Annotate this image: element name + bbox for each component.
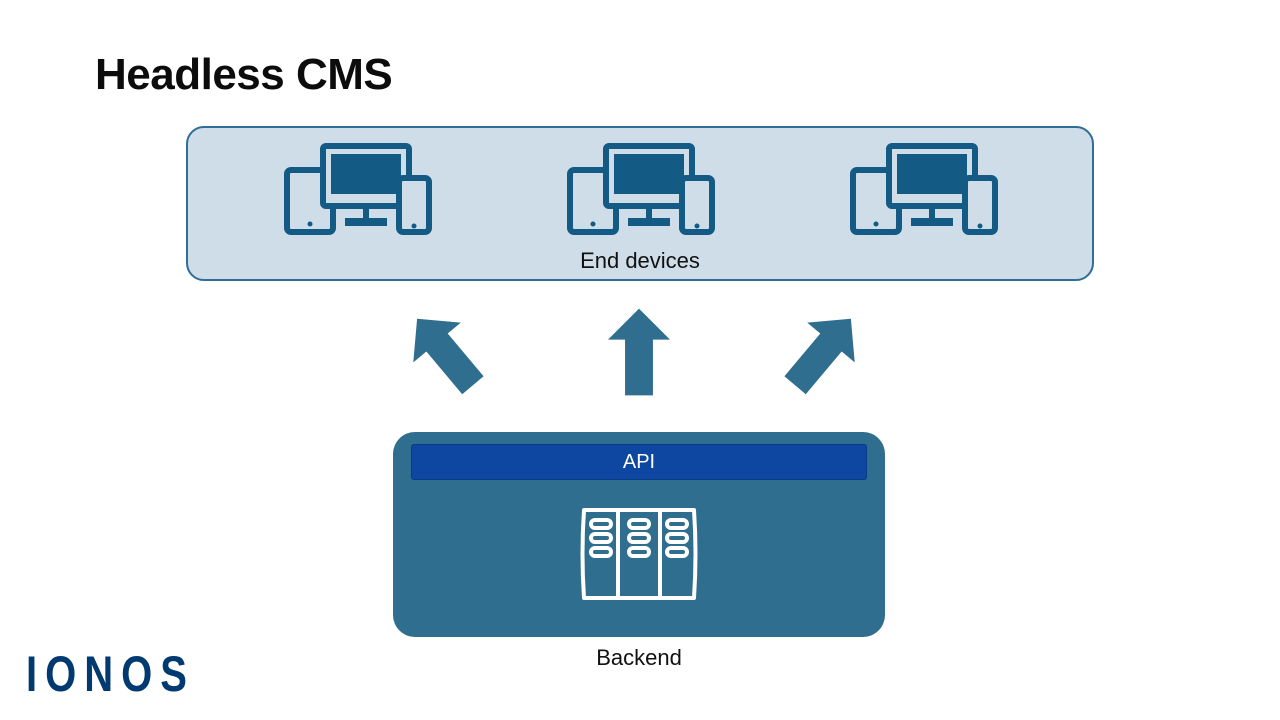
- arrow-left-icon: [393, 299, 496, 405]
- devices-icon: [277, 142, 437, 242]
- diagram-title: Headless CMS: [95, 50, 392, 100]
- device-cluster-1: [277, 142, 437, 242]
- arrow-right-icon: [771, 299, 874, 405]
- devices-icon: [843, 142, 1003, 242]
- arrow-center-icon: [608, 309, 670, 396]
- end-devices-container: End devices: [186, 126, 1094, 281]
- end-devices-label: End devices: [580, 248, 700, 274]
- device-cluster-3: [843, 142, 1003, 242]
- backend-container: API: [393, 432, 885, 637]
- device-cluster-2: [560, 142, 720, 242]
- ionos-logo: IONOS: [26, 647, 195, 703]
- server-icon: [574, 504, 704, 604]
- devices-row: [188, 142, 1092, 242]
- api-bar: API: [411, 444, 867, 480]
- backend-label: Backend: [393, 645, 885, 671]
- devices-icon: [560, 142, 720, 242]
